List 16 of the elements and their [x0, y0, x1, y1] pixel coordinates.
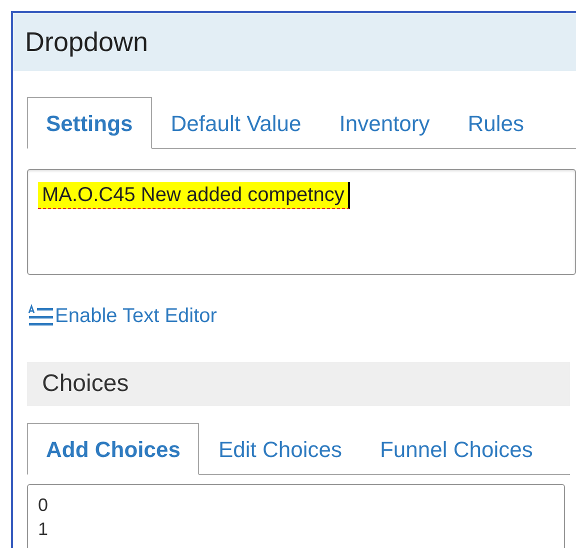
question-field[interactable]: MA.O.C45 New added competncy	[27, 169, 576, 275]
choice-line: 0	[38, 494, 50, 517]
tab[interactable]: Rules	[448, 97, 543, 149]
text-editor-icon	[27, 304, 55, 328]
tab[interactable]: Add Choices	[27, 423, 200, 475]
tab[interactable]: Funnel Choices	[360, 423, 552, 475]
tab[interactable]: Edit Choices	[199, 423, 361, 475]
tab[interactable]: Settings	[27, 97, 152, 149]
field-value: MA.O.C45 New added competncy	[38, 182, 350, 209]
panel-title: Dropdown	[25, 26, 148, 58]
choices-field[interactable]: 0 1	[27, 484, 565, 548]
choice-line: 1	[38, 518, 50, 541]
tab[interactable]: Inventory	[320, 97, 449, 149]
tab[interactable]: Default Value	[152, 97, 320, 149]
enable-text-editor-link[interactable]: Enable Text Editor	[27, 301, 217, 331]
choices-title: Choices	[42, 370, 129, 398]
